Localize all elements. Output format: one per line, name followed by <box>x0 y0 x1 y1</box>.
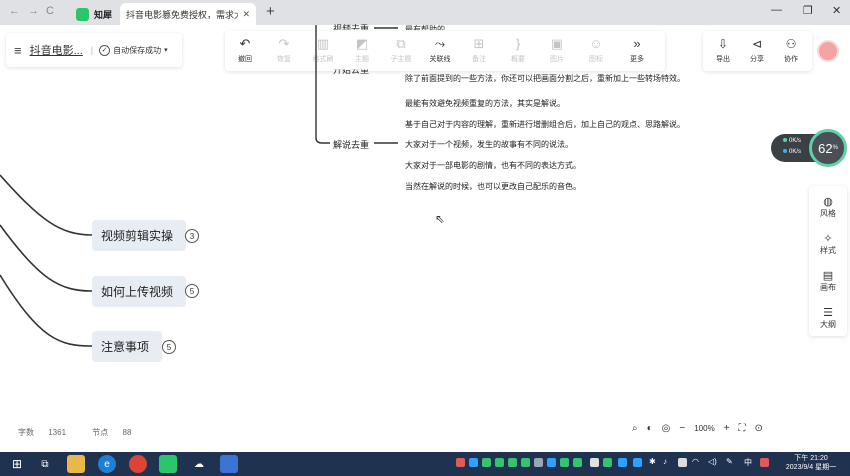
topic-text[interactable]: 大家对于一部电影的剧情，也有不同的表达方式。 <box>405 160 581 171</box>
collapse-count-badge[interactable]: 5 <box>162 340 176 354</box>
tray-icon[interactable] <box>603 458 612 467</box>
tray-icon[interactable] <box>495 458 504 467</box>
tray-icon[interactable] <box>547 458 556 467</box>
more-options-icon[interactable]: ⊙ <box>755 423 763 434</box>
volume-icon[interactable]: ◁) <box>708 457 717 466</box>
battery-icon[interactable] <box>678 458 687 467</box>
locate-icon[interactable]: ◎ <box>662 423 671 434</box>
topic-text[interactable]: 大家对于一个视频，发生的故事有不同的说法。 <box>405 139 573 150</box>
tray-icon[interactable] <box>469 458 478 467</box>
shield-icon[interactable] <box>633 458 642 467</box>
canvas-icon: ▤ <box>822 270 834 282</box>
outline-button[interactable]: ☰ 大纲 <box>809 306 847 330</box>
edge-browser-icon[interactable]: e <box>98 455 116 473</box>
gauge-value: 62 <box>818 140 833 156</box>
side-panel: ◍ 风格 ✧ 样式 ▤ 画布 ☰ 大纲 <box>809 186 847 336</box>
gauge-unit: % <box>832 145 838 151</box>
tray-icon[interactable] <box>560 458 569 467</box>
topic-text[interactable]: 最能有效避免视频重复的方法，其实是解说。 <box>405 98 565 109</box>
tray-icon[interactable] <box>618 458 627 467</box>
download-dot-icon <box>783 149 787 153</box>
app-icon[interactable]: ☁ <box>190 455 208 473</box>
document-stats: 字数 1361 节点 88 <box>18 427 155 438</box>
tray-icon[interactable] <box>534 458 543 467</box>
style-theme-button[interactable]: ◍ 风格 <box>809 195 847 219</box>
tray-icon[interactable] <box>760 458 769 467</box>
fit-screen-icon[interactable]: ⛶ <box>739 423 746 434</box>
search-icon[interactable]: ⌕ <box>632 423 638 434</box>
upload-dot-icon <box>783 138 787 142</box>
sparkle-icon: ✧ <box>823 233 833 245</box>
collapse-count-badge[interactable]: 5 <box>185 284 199 298</box>
topic-node[interactable]: 如何上传视频 <box>92 276 186 307</box>
palette-icon: ◍ <box>823 196 833 208</box>
mouse-cursor-icon: ⇖ <box>435 212 446 226</box>
chrome-browser-icon[interactable] <box>129 455 147 473</box>
theme-toggle-icon[interactable]: ◐ <box>647 423 653 434</box>
zoom-out-button[interactable]: − <box>679 423 685 434</box>
word-count-label: 字数 <box>18 428 34 437</box>
task-view-icon[interactable]: ⧉ <box>36 455 54 473</box>
word-count: 1361 <box>48 428 67 437</box>
topic-text[interactable]: 基于自己对于内容的理解，重新进行增删组合后，加上自己的观点、思路解说。 <box>405 119 685 130</box>
tray-icon[interactable] <box>456 458 465 467</box>
zhixi-app-icon[interactable] <box>159 455 177 473</box>
tray-icon[interactable] <box>590 458 599 467</box>
topic-node[interactable]: 注意事项 <box>92 331 162 362</box>
upload-speed: 0K/s <box>789 138 802 144</box>
zoom-level[interactable]: 100% <box>694 424 714 433</box>
ime-indicator[interactable]: 中 <box>744 457 752 468</box>
format-button[interactable]: ✧ 样式 <box>809 232 847 256</box>
outline-icon: ☰ <box>823 307 833 319</box>
system-clock[interactable]: 下午 21:20 2023/9/4 星期一 <box>778 454 844 472</box>
tray-icon[interactable] <box>521 458 530 467</box>
side-label: 风格 <box>820 209 836 218</box>
zoom-bar: ⌕ ◐ ◎ − 100% + ⛶ ⊙ <box>632 420 772 436</box>
node-count-label: 节点 <box>92 428 109 437</box>
subtopic-commentary[interactable]: 解说去重 <box>333 138 369 151</box>
zoom-in-button[interactable]: + <box>724 423 730 434</box>
topic-text[interactable]: 除了前面提到的一些方法，你还可以把画面分割之后，重新加上一些转场特效。 <box>405 73 685 84</box>
wifi-icon[interactable]: ◠ <box>692 457 699 466</box>
tray-icon[interactable] <box>482 458 491 467</box>
topic-text[interactable]: 当然在解说的时候，也可以更改自己配乐的音色。 <box>405 181 581 192</box>
node-count: 88 <box>122 428 132 437</box>
tray-icon[interactable] <box>573 458 582 467</box>
clock-date: 2023/9/4 星期一 <box>785 464 837 471</box>
windows-taskbar: ⊞ ⧉ e ☁ ✱ ♪ ◠ ◁) ✎ 中 下午 21:20 2023/9/4 星… <box>0 452 850 476</box>
topic-label: 如何上传视频 <box>101 285 174 299</box>
windows-start-icon[interactable]: ⊞ <box>8 455 26 473</box>
bluetooth-icon[interactable]: ✱ <box>649 457 656 466</box>
canvas-button[interactable]: ▤ 画布 <box>809 269 847 293</box>
microphone-icon[interactable]: ♪ <box>663 457 667 466</box>
app-icon[interactable] <box>220 455 238 473</box>
download-speed: 0K/s <box>789 149 802 155</box>
topic-node[interactable]: 视频剪辑实操 <box>92 220 186 251</box>
side-label: 大纲 <box>820 320 836 329</box>
pen-icon[interactable]: ✎ <box>726 457 733 466</box>
side-label: 样式 <box>820 246 836 255</box>
topic-label: 视频剪辑实操 <box>101 229 174 243</box>
file-explorer-icon[interactable] <box>67 455 85 473</box>
tray-icon[interactable] <box>508 458 517 467</box>
clock-time: 下午 21:20 <box>794 455 828 462</box>
side-label: 画布 <box>820 283 836 292</box>
topic-label: 注意事项 <box>101 340 150 354</box>
memory-gauge[interactable]: 62% <box>809 129 847 167</box>
collapse-count-badge[interactable]: 3 <box>185 229 199 243</box>
